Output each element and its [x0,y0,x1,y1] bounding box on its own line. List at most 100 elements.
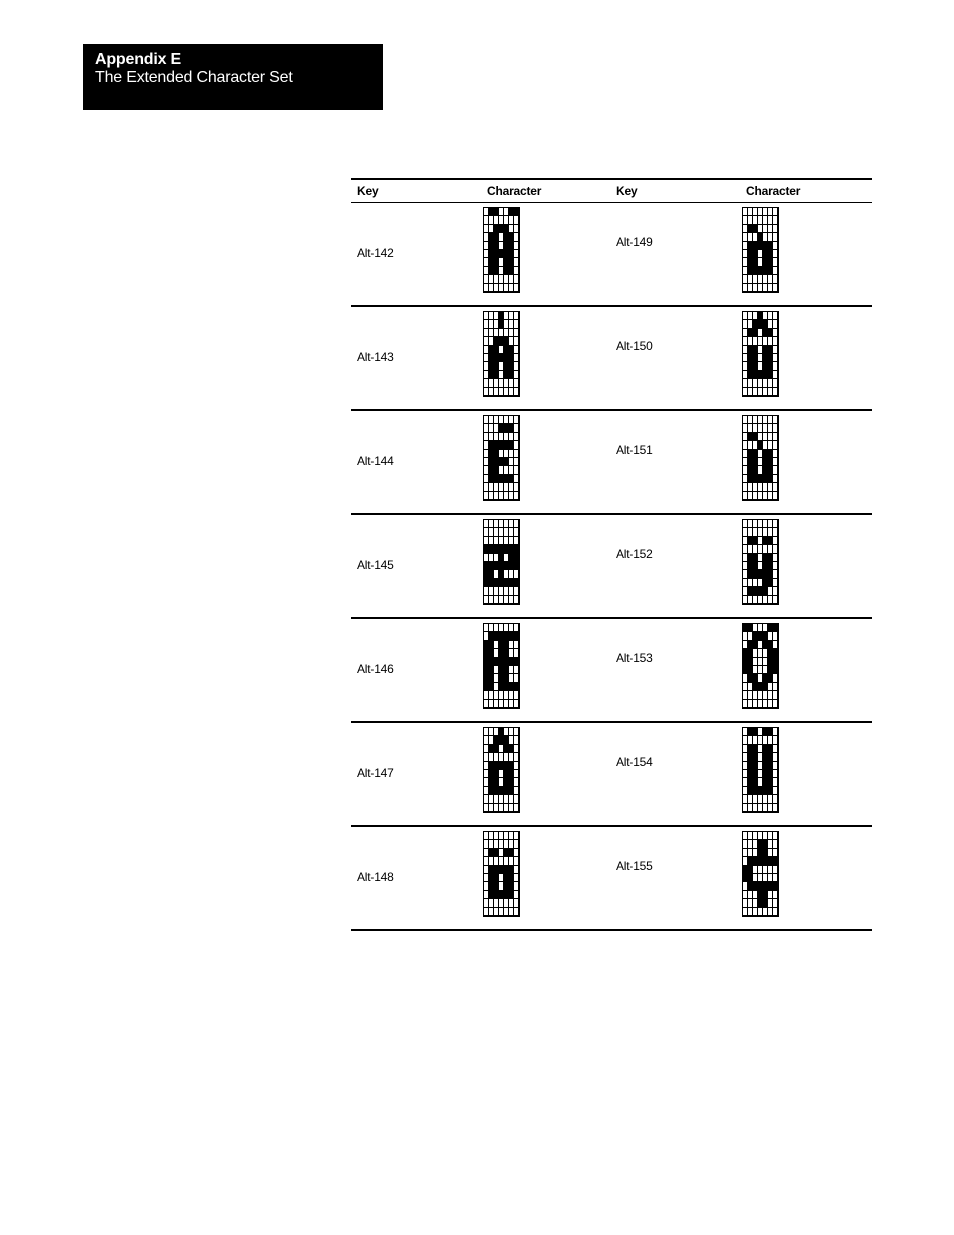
matrix-dot-off [514,320,519,329]
column-header-key: Key [357,184,379,198]
matrix-dot-off [514,832,519,841]
matrix-dot-off [514,379,519,388]
matrix-dot-off [773,441,778,450]
matrix-dot-off [514,520,519,529]
matrix-dot-off [773,379,778,388]
character-dot-matrix [483,311,520,397]
matrix-dot-off [773,362,778,371]
matrix-dot-off [773,370,778,380]
matrix-dot-off [773,283,778,292]
key-cell: Alt-152 [616,547,653,561]
matrix-dot-off [514,424,519,433]
matrix-dot-off [514,640,519,650]
matrix-dot-off [773,561,778,571]
matrix-dot-off [514,848,519,858]
matrix-dot-off [773,449,778,458]
matrix-dot-off [514,890,519,900]
matrix-dot-off [773,570,778,579]
key-cell: Alt-144 [357,454,394,468]
matrix-dot-off [514,416,519,425]
matrix-dot-off [773,345,778,354]
character-dot-matrix [483,727,520,813]
matrix-dot-off [514,674,519,683]
matrix-dot-off [773,328,778,338]
character-cell [740,827,872,929]
matrix-dot-off [773,744,778,754]
appendix-header: Appendix E The Extended Character Set [83,44,383,110]
matrix-dot-off [773,258,778,267]
table-row: Alt-143 Alt-150 [351,307,872,411]
matrix-dot-off [773,640,778,650]
character-dot-matrix [742,623,779,709]
matrix-dot-on [514,657,519,666]
matrix-dot-off [514,362,519,371]
appendix-title: The Extended Character Set [95,69,293,86]
key-cell: Alt-153 [616,651,653,665]
matrix-dot-off [773,275,778,284]
matrix-dot-off [773,536,778,546]
matrix-dot-on [514,553,519,562]
matrix-dot-off [514,865,519,874]
matrix-dot-on [514,545,519,554]
matrix-dot-off [773,416,778,425]
key-cell: Alt-155 [616,859,653,873]
column-header-key: Key [616,184,638,198]
matrix-dot-off [773,457,778,467]
matrix-dot-off [514,474,519,484]
matrix-dot-on [773,665,778,675]
matrix-dot-off [773,682,778,692]
matrix-dot-on [514,578,519,588]
matrix-dot-off [514,691,519,700]
matrix-dot-off [773,249,778,259]
character-dot-matrix [483,207,520,293]
table-row: Alt-147 Alt-154 [351,723,872,827]
matrix-dot-off [773,466,778,475]
matrix-dot-off [514,744,519,754]
key-cell: Alt-149 [616,235,653,249]
character-dot-matrix [742,519,779,605]
matrix-dot-off [514,907,519,916]
key-cell: Alt-151 [616,443,653,457]
key-cell: Alt-142 [357,246,394,260]
matrix-dot-off [773,769,778,779]
character-cell [740,619,872,721]
character-cell [740,203,872,305]
character-dot-matrix [742,727,779,813]
character-dot-matrix [742,415,779,501]
matrix-dot-off [773,899,778,908]
matrix-dot-off [514,761,519,770]
matrix-dot-off [773,848,778,858]
matrix-dot-off [773,483,778,492]
matrix-dot-on [514,682,519,692]
matrix-dot-off [514,449,519,458]
matrix-dot-off [773,632,778,641]
matrix-dot-off [514,258,519,267]
matrix-dot-off [773,587,778,596]
matrix-dot-off [514,224,519,234]
matrix-dot-off [773,224,778,234]
matrix-dot-off [514,769,519,779]
matrix-dot-off [514,345,519,354]
key-cell: Alt-145 [357,558,394,572]
matrix-dot-off [773,595,778,604]
matrix-dot-off [514,587,519,596]
matrix-dot-off [514,528,519,537]
matrix-dot-off [514,595,519,604]
matrix-dot-off [514,275,519,284]
matrix-dot-off [773,761,778,770]
column-header-character: Character [746,184,801,198]
matrix-dot-off [773,674,778,683]
matrix-dot-off [514,432,519,442]
matrix-dot-off [773,795,778,804]
matrix-dot-off [514,387,519,396]
matrix-dot-off [773,337,778,346]
matrix-dot-off [773,840,778,849]
matrix-dot-off [514,328,519,338]
matrix-dot-off [773,753,778,762]
matrix-dot-off [773,786,778,796]
matrix-dot-off [514,624,519,633]
matrix-dot-off [514,216,519,225]
matrix-dot-off [773,728,778,737]
matrix-dot-off [773,528,778,537]
matrix-dot-off [514,803,519,812]
